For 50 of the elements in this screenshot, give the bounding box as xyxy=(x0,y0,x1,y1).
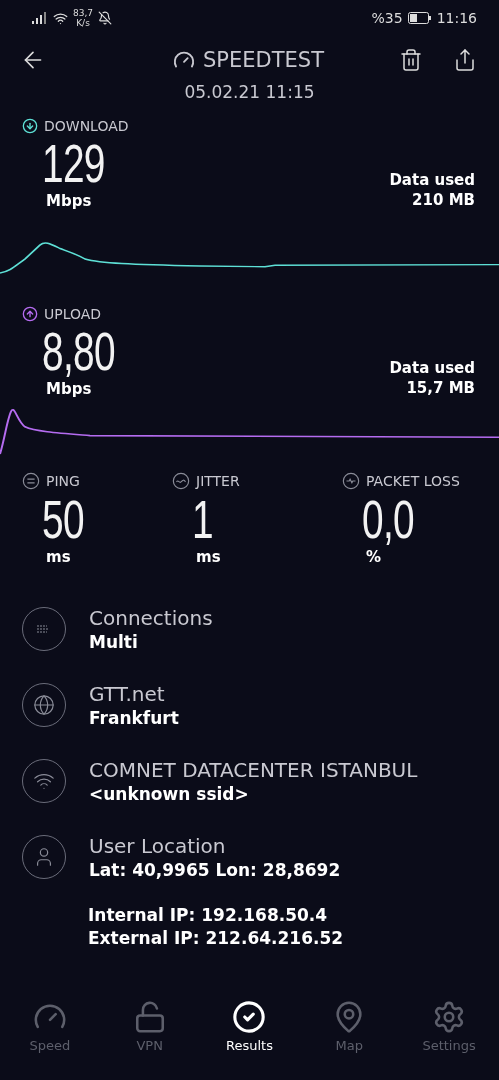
metric-unit: ms xyxy=(196,548,222,566)
section-label: UPLOAD xyxy=(44,306,102,322)
metric-label: PACKET LOSS xyxy=(366,473,460,489)
nav-tab[interactable]: VPN xyxy=(109,1000,190,1072)
data-used-value: 15,7 MB xyxy=(406,378,475,398)
section-label: DOWNLOAD xyxy=(44,118,129,134)
battery-percent: %35 xyxy=(371,10,403,26)
app-title: SPEEDTEST xyxy=(203,48,324,72)
battery-icon xyxy=(407,12,432,24)
ping-icon xyxy=(22,472,40,490)
loss-icon xyxy=(342,472,360,490)
metric-label: JITTER xyxy=(196,473,240,489)
data-used-value: 210 MB xyxy=(412,190,475,210)
ip-address: Internal IP: 192.168.50.4 xyxy=(88,904,329,927)
info-title: COMNET DATACENTER ISTANBUL xyxy=(89,758,418,782)
share-button[interactable] xyxy=(453,48,477,72)
nav-tab[interactable]: Map xyxy=(309,1000,390,1072)
info-title: Connections xyxy=(89,606,213,630)
nav-tab[interactable]: Speed xyxy=(9,1000,90,1072)
wifi-icon xyxy=(53,10,68,26)
delete-button[interactable] xyxy=(399,48,423,72)
jitter-icon xyxy=(172,472,190,490)
info-detail: Frankfurt xyxy=(89,708,179,728)
info-detail: Lat: 40,9965 Lon: 28,8692 xyxy=(89,860,341,880)
unit-label: Mbps xyxy=(46,192,93,210)
network-speed: 83,7 xyxy=(73,8,94,18)
info-detail: <unknown ssid> xyxy=(89,784,250,804)
speed-value: 8,80 xyxy=(42,322,115,380)
data-used-label: Data used xyxy=(389,170,475,190)
info-title: User Location xyxy=(89,834,227,858)
clock: 11:16 xyxy=(436,10,477,26)
metric-value: 50 xyxy=(42,490,85,548)
metric-label: PING xyxy=(46,473,80,489)
speed-value: 129 xyxy=(42,134,105,192)
nav-tab[interactable]: Settings xyxy=(409,1000,490,1072)
network-speed-unit: K/s xyxy=(76,18,90,28)
metric-unit: % xyxy=(366,548,383,566)
muted-bell-icon xyxy=(98,11,113,25)
checkmark-icon xyxy=(232,1000,267,1034)
ip-address: External IP: 212.64.216.52 xyxy=(88,927,345,950)
test-date: 05.02.21 11:15 xyxy=(183,82,316,102)
info-detail: Multi xyxy=(89,632,139,652)
info-title: GTT.net xyxy=(89,682,166,706)
metric-unit: ms xyxy=(46,548,72,566)
signal-icon xyxy=(32,12,48,24)
metric-value: 1 xyxy=(192,490,214,548)
metric-value: 0,0 xyxy=(362,490,415,548)
unit-label: Mbps xyxy=(46,380,93,398)
nav-tab[interactable]: Results xyxy=(209,1000,290,1072)
data-used-label: Data used xyxy=(389,358,475,378)
